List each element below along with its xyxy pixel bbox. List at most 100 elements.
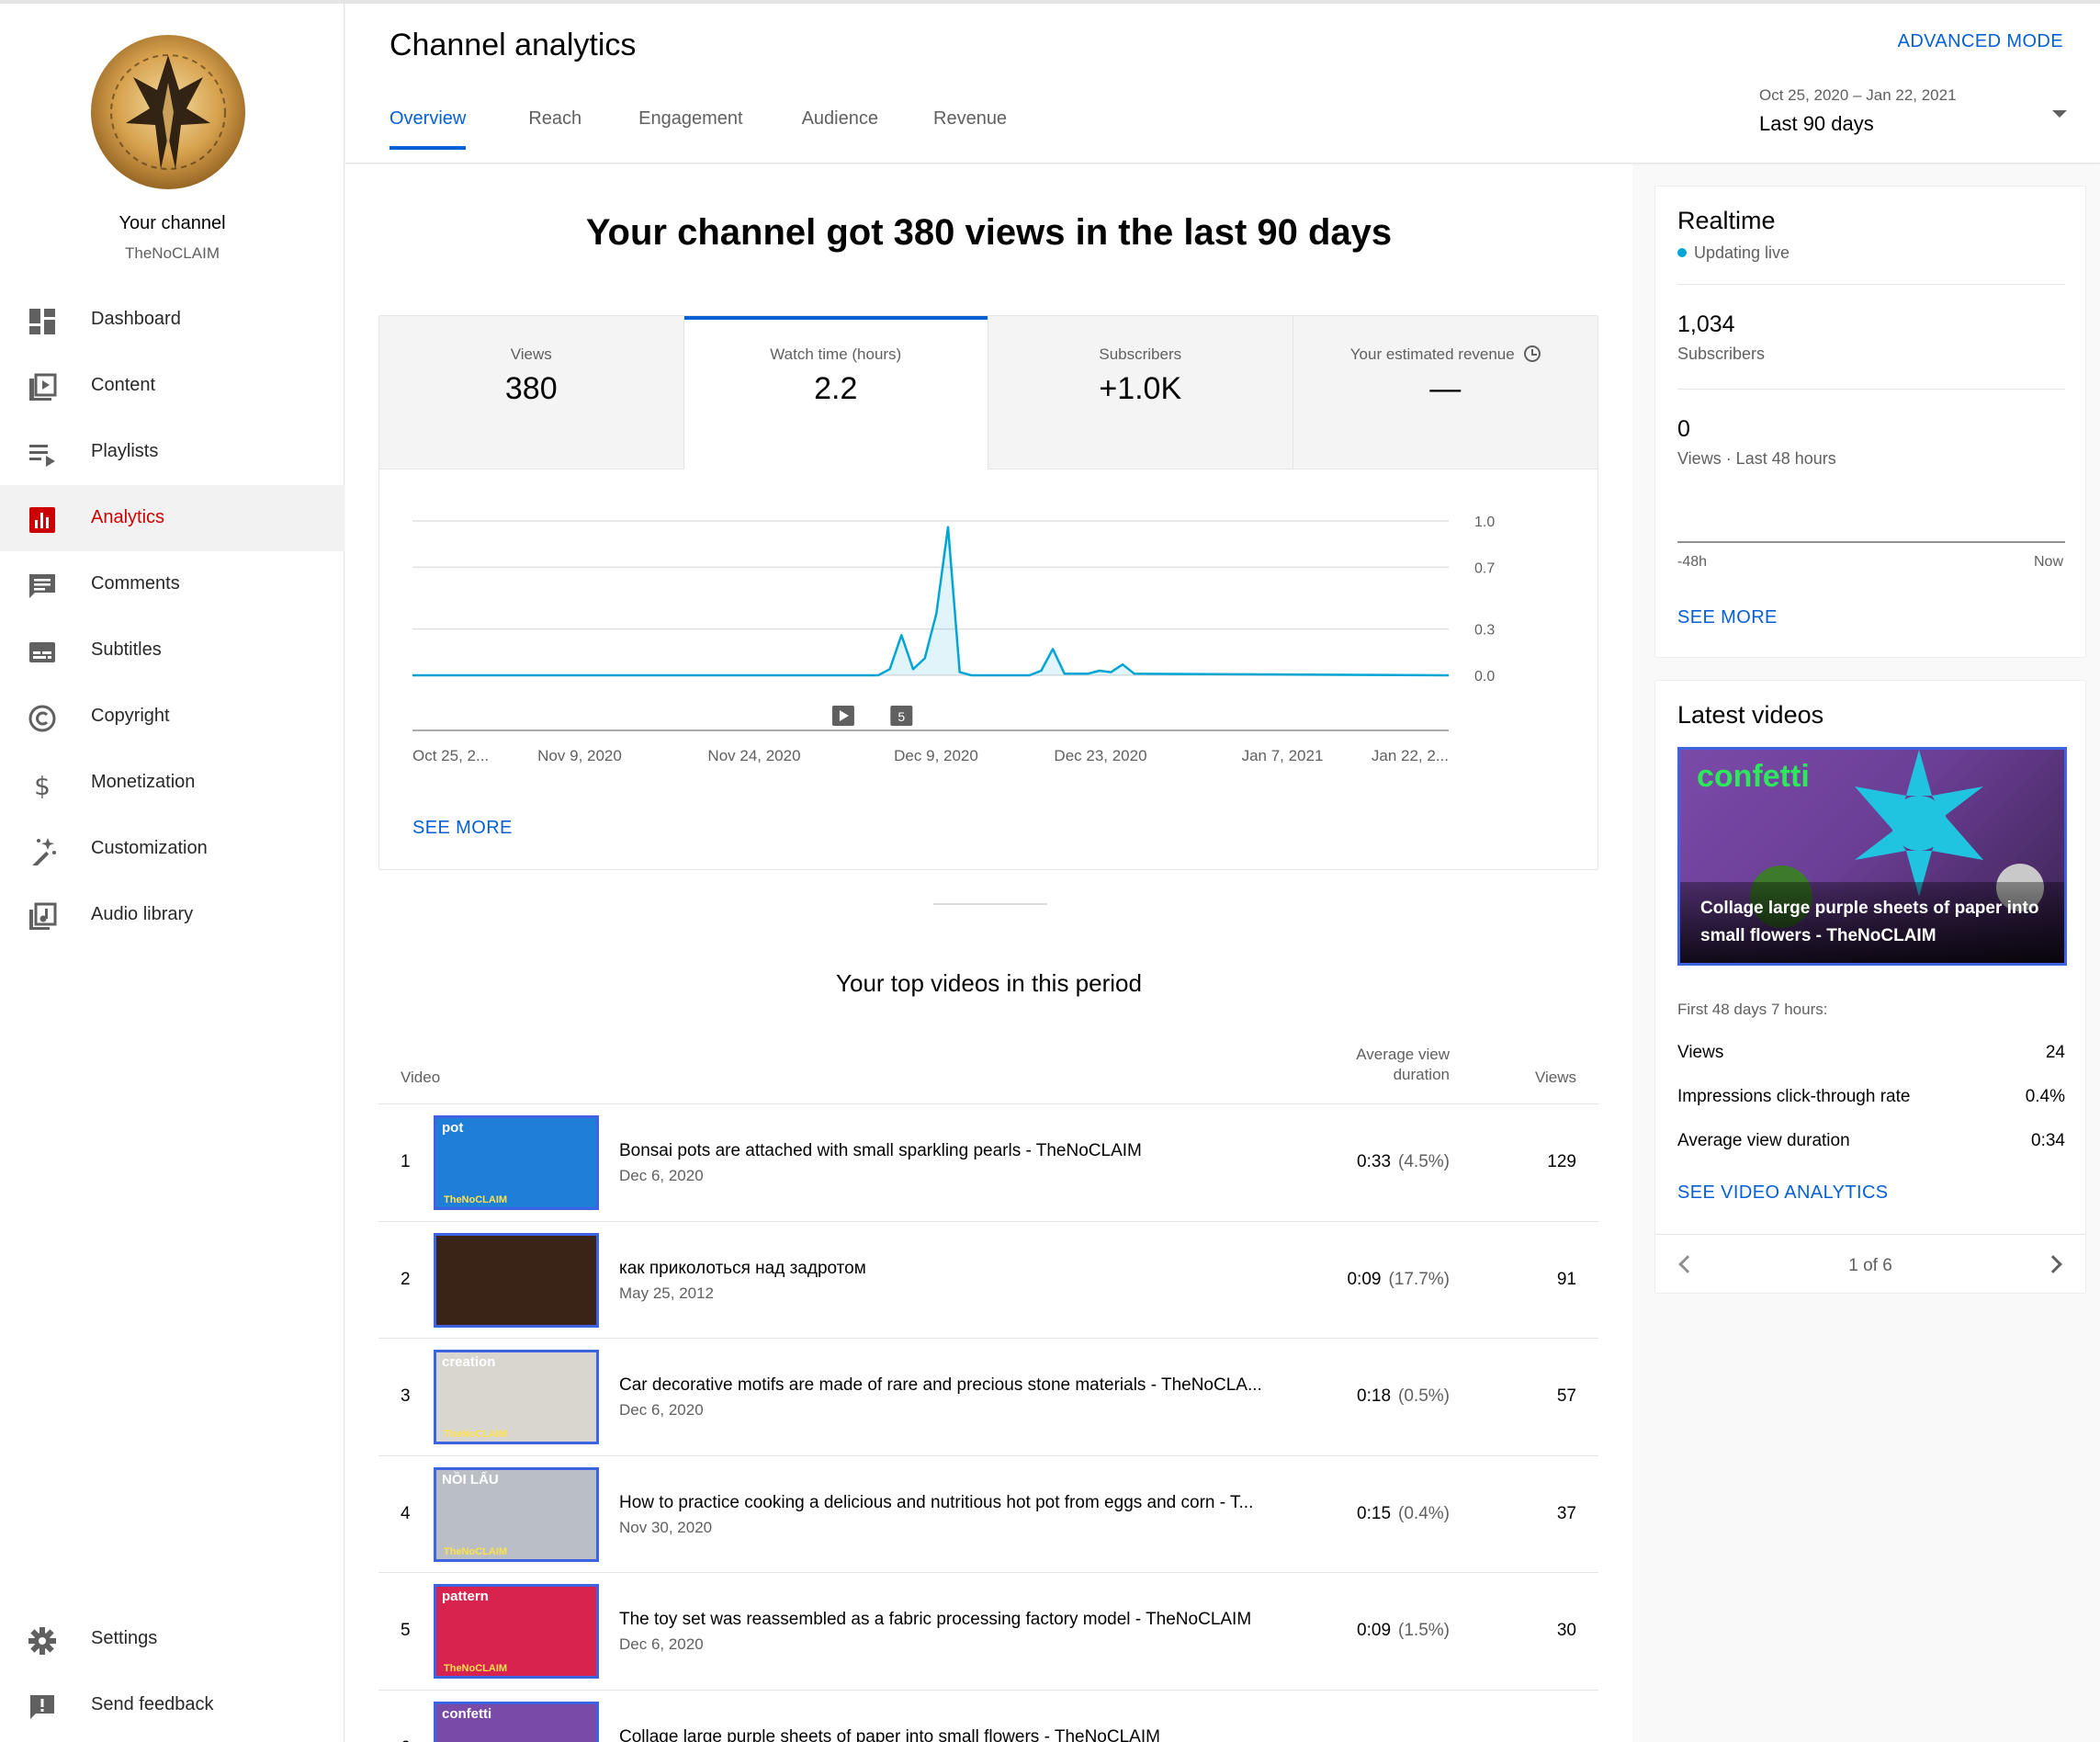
dashboard-icon xyxy=(28,307,57,336)
sidebar-item-customization[interactable]: Customization xyxy=(0,816,344,882)
tab-reach[interactable]: Reach xyxy=(528,108,581,150)
tab-engagement[interactable]: Engagement xyxy=(638,108,742,150)
video-title[interactable]: The toy set was reassembled as a fabric … xyxy=(619,1610,1281,1630)
column-header-video: Video xyxy=(401,1069,441,1086)
date-range-label: Last 90 days xyxy=(1759,112,1874,135)
sidebar-bottom-nav: Settings Send feedback xyxy=(0,1606,344,1738)
tab-overview[interactable]: Overview xyxy=(390,108,467,150)
sidebar-item-content[interactable]: Content xyxy=(0,353,344,419)
see-more-button[interactable]: SEE MORE xyxy=(412,818,513,839)
sidebar-item-settings[interactable]: Settings xyxy=(0,1606,344,1672)
thumbnail-word: confetti xyxy=(1697,759,1810,794)
video-avd: 0:09 (1.5%) xyxy=(1260,1621,1450,1641)
table-row[interactable]: 6 confetti Collage large purple sheets of … xyxy=(378,1691,1598,1742)
analytics-icon xyxy=(28,505,57,535)
video-title[interactable]: Car decorative motifs are made of rare a… xyxy=(619,1375,1281,1396)
latest-videos-title: Latest videos xyxy=(1677,701,1824,729)
video-thumbnail[interactable] xyxy=(434,1232,599,1328)
latest-video-title: Collage large purple sheets of paper int… xyxy=(1680,882,2064,963)
tab-revenue[interactable]: Revenue xyxy=(933,108,1007,150)
sidebar-item-subtitles[interactable]: Subtitles xyxy=(0,617,344,684)
metric-value: — xyxy=(1429,371,1462,406)
video-title[interactable]: How to practice cooking a delicious and … xyxy=(619,1493,1281,1513)
video-title[interactable]: Bonsai pots are attached with small spar… xyxy=(619,1141,1281,1161)
table-row[interactable]: 3 creation TheNoCLAIM Car decorative motifs… xyxy=(378,1339,1598,1456)
sidebar-item-playlists[interactable]: Playlists xyxy=(0,419,344,485)
video-thumbnail[interactable]: pot TheNoCLAIM xyxy=(434,1115,599,1210)
avd-percent: (0.4%) xyxy=(1398,1503,1450,1523)
date-range-dates: Oct 25, 2020 – Jan 22, 2021 xyxy=(1759,86,1957,104)
videos-count-marker[interactable]: 5 xyxy=(890,706,913,726)
sidebar-item-send-feedback[interactable]: Send feedback xyxy=(0,1672,344,1738)
metric-revenue[interactable]: Your estimated revenue — xyxy=(1293,316,1598,469)
top-videos-title: Your top videos in this period xyxy=(836,969,1142,997)
sidebar-item-label: Settings xyxy=(91,1628,158,1648)
gear-icon xyxy=(28,1626,57,1656)
sidebar-item-label: Dashboard xyxy=(91,309,181,329)
thumbnail-label: creation xyxy=(442,1354,496,1370)
video-thumbnail[interactable]: confetti xyxy=(434,1701,599,1742)
avd-value: 0:18 xyxy=(1357,1386,1392,1406)
realtime-axis xyxy=(1677,541,2065,543)
caret-down-icon xyxy=(2052,110,2067,118)
metric-views[interactable]: Views 380 xyxy=(379,316,684,469)
sidebar-item-copyright[interactable]: Copyright xyxy=(0,684,344,750)
video-thumbnail[interactable]: pattern TheNoCLAIM xyxy=(434,1584,599,1679)
realtime-axis-end: Now xyxy=(2033,554,2063,570)
tab-audience[interactable]: Audience xyxy=(802,108,878,150)
video-published-marker[interactable] xyxy=(831,706,854,726)
video-title[interactable]: как приколоться над задротом xyxy=(619,1259,1281,1279)
sidebar-item-label: Content xyxy=(91,375,156,395)
sidebar-item-label: Send feedback xyxy=(91,1694,214,1714)
metric-value: +1.0K xyxy=(1099,371,1182,406)
sidebar-item-label: Audio library xyxy=(91,904,194,924)
table-row[interactable]: 5 pattern TheNoCLAIM The toy set was reasse… xyxy=(378,1573,1598,1691)
table-row[interactable]: 1 pot TheNoCLAIM Bonsai pots are attached w… xyxy=(378,1104,1598,1222)
y-tick-label: 0.7 xyxy=(1474,560,1495,576)
realtime-axis-start: -48h xyxy=(1677,554,1708,570)
column-header-avd[interactable]: Average view duration xyxy=(1297,1045,1450,1085)
y-tick-label: 1.0 xyxy=(1474,515,1495,530)
video-thumbnail[interactable]: creation TheNoCLAIM xyxy=(434,1350,599,1444)
advanced-mode-button[interactable]: ADVANCED MODE xyxy=(1898,31,2063,52)
metric-subscribers[interactable]: Subscribers +1.0K xyxy=(988,316,1293,469)
see-video-analytics-button[interactable]: SEE VIDEO ANALYTICS xyxy=(1677,1182,1889,1204)
sidebar-item-label: Analytics xyxy=(91,507,165,527)
latest-videos-card: Latest videos confetti Collage large pur… xyxy=(1654,680,2086,1294)
column-header-views[interactable]: Views xyxy=(1535,1069,1576,1087)
page-title: Channel analytics xyxy=(390,28,637,62)
avd-percent: (17.7%) xyxy=(1388,1269,1450,1289)
video-thumbnail[interactable]: NỒI LẨU TheNoCLAIM xyxy=(434,1466,599,1562)
video-date: Nov 30, 2020 xyxy=(619,1518,713,1536)
stat-value: 0:34 xyxy=(2031,1131,2065,1150)
avd-percent: (0.5%) xyxy=(1398,1386,1450,1406)
metric-label: Subscribers xyxy=(1099,345,1182,363)
y-tick-label: 0.0 xyxy=(1474,669,1495,684)
metric-value: 2.2 xyxy=(814,371,858,406)
realtime-see-more-button[interactable]: SEE MORE xyxy=(1677,607,1778,628)
sidebar-item-dashboard[interactable]: Dashboard xyxy=(0,287,344,353)
table-row[interactable]: 2 как приколоться над задротом May 25, 201… xyxy=(378,1222,1598,1339)
date-range-picker[interactable]: Oct 25, 2020 – Jan 22, 2021 Last 90 days xyxy=(1759,86,2067,141)
video-date: May 25, 2012 xyxy=(619,1284,715,1302)
stat-label: Views xyxy=(1677,1043,1724,1062)
video-views: 37 xyxy=(1556,1503,1576,1523)
avd-percent: (1.5%) xyxy=(1398,1621,1450,1640)
metric-watch-time[interactable]: Watch time (hours) 2.2 xyxy=(683,316,988,469)
y-tick-label: 0.3 xyxy=(1474,623,1495,639)
latest-video-thumbnail[interactable]: confetti Collage large purple sheets of … xyxy=(1677,747,2067,966)
sidebar-item-analytics[interactable]: Analytics xyxy=(0,485,344,551)
realtime-views-value: 0 xyxy=(1677,416,1690,442)
x-tick-label: Oct 25, 2... xyxy=(412,747,489,764)
svg-text:$: $ xyxy=(34,771,51,799)
video-title[interactable]: Collage large purple sheets of paper int… xyxy=(619,1727,1281,1742)
video-avd: 0:18 (0.5%) xyxy=(1260,1386,1450,1407)
sidebar-item-comments[interactable]: Comments xyxy=(0,551,344,617)
sidebar-item-monetization[interactable]: $ Monetization xyxy=(0,750,344,816)
latest-stat-ctr: Impressions click-through rate 0.4% xyxy=(1677,1087,2065,1107)
channel-avatar[interactable] xyxy=(91,35,245,189)
magic-wand-icon xyxy=(28,836,57,869)
video-rank: 5 xyxy=(401,1621,411,1640)
table-row[interactable]: 4 NỒI LẨU TheNoCLAIM How to practice cookin… xyxy=(378,1456,1598,1573)
sidebar-item-audio-library[interactable]: Audio library xyxy=(0,882,344,948)
